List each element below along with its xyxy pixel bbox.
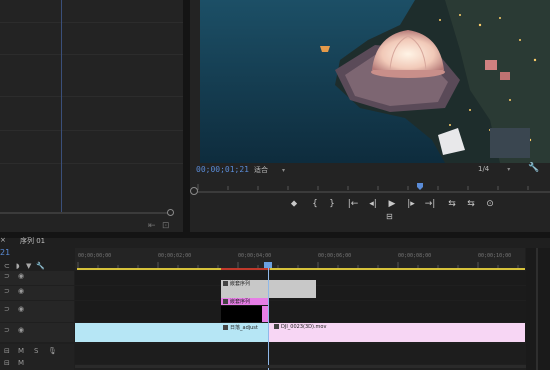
clip-gray[interactable]	[268, 280, 316, 298]
toggle-sync-lock-icon[interactable]: ⊃	[4, 287, 10, 295]
clip-label-wrap: 日落_adjust	[221, 324, 258, 331]
clip-v1-a[interactable]: 日落_adjust	[75, 323, 268, 342]
camera-icon[interactable]: ⊙	[483, 199, 497, 209]
ruler-tick-label: 00;00;08;00	[398, 253, 432, 259]
track-header-v2[interactable]	[0, 286, 74, 300]
source-monitor-panel: ⇤ ⊡	[0, 0, 183, 232]
program-scroll-knob[interactable]	[190, 187, 198, 195]
chevron-down-icon: ▾	[507, 166, 511, 173]
timeline-playhead[interactable]	[268, 263, 269, 370]
gridline	[0, 130, 183, 131]
source-scroll-knob[interactable]	[167, 209, 174, 216]
clip-label: DJI_0023(3D).mov	[281, 324, 327, 330]
track-lane-audio[interactable]	[75, 344, 526, 364]
chevron-down-icon: ▾	[282, 167, 286, 174]
panel-divider[interactable]	[183, 0, 190, 232]
lock-icon[interactable]: ⊟	[4, 347, 10, 355]
linked-selection-icon[interactable]: ◗	[16, 262, 20, 270]
sequence-timecode[interactable]: 21	[0, 248, 10, 257]
quality-select[interactable]: 1/4 ▾	[478, 165, 510, 173]
render-bar	[221, 268, 270, 270]
wrench-icon[interactable]: 🔧	[36, 262, 45, 270]
snap-icon[interactable]: ⊂	[4, 262, 10, 270]
sequence-tab[interactable]: 序列 01	[20, 236, 45, 246]
ruler-tick-label: 00;00;04;00	[238, 253, 272, 259]
eye-icon[interactable]: ◉	[18, 272, 24, 280]
clip-label: 日落_adjust	[230, 325, 258, 331]
ruler-tick-label: 00;00;00;00	[78, 253, 112, 259]
solo-icon[interactable]: S	[34, 347, 38, 355]
gridline	[0, 96, 183, 97]
marker-icon[interactable]: ⬥	[287, 199, 301, 209]
step-back-button[interactable]: ◂|	[366, 199, 380, 209]
track-header-v3[interactable]	[0, 271, 74, 285]
button-editor-icon[interactable]: ⊟	[386, 212, 393, 221]
mark-in-button[interactable]: {	[308, 199, 322, 209]
source-playhead[interactable]	[61, 0, 62, 212]
mute-icon[interactable]: M	[18, 347, 24, 355]
timeline-horizontal-scrollbar[interactable]	[75, 365, 526, 368]
go-to-out-button[interactable]: →|	[423, 199, 437, 209]
fx-badge-icon	[223, 299, 228, 304]
source-insert-button[interactable]: ⇤	[148, 221, 156, 231]
program-scrollbar[interactable]	[193, 191, 550, 193]
scroll-track[interactable]	[536, 248, 538, 370]
go-to-in-button[interactable]: |←	[346, 199, 360, 209]
source-scrollbar[interactable]	[0, 212, 172, 214]
fx-badge-icon	[223, 281, 228, 286]
wrench-icon[interactable]: 🔧	[528, 163, 539, 173]
mic-icon[interactable]: 🎙	[48, 347, 57, 355]
clip-nested-sequence-v2[interactable]: 嵌套序列	[221, 298, 268, 305]
toggle-sync-lock-icon[interactable]: ⊃	[4, 272, 10, 280]
gridline	[0, 54, 183, 55]
program-video-frame	[200, 0, 550, 163]
track-header-a1[interactable]	[0, 323, 74, 342]
quality-value: 1/4	[478, 165, 490, 173]
clip-black-video[interactable]	[221, 306, 262, 322]
mute-icon[interactable]: M	[18, 359, 24, 367]
marker-add-icon[interactable]: ▼	[26, 262, 31, 270]
playhead-handle[interactable]	[264, 262, 272, 268]
program-time-ruler[interactable]	[193, 178, 550, 190]
fx-badge-icon	[223, 325, 228, 330]
track-lane-v1[interactable]	[75, 301, 526, 322]
ruler-tick-label: 00;00;06;00	[318, 253, 352, 259]
eye-icon[interactable]: ◉	[18, 326, 24, 334]
step-forward-button[interactable]: |▸	[404, 199, 418, 209]
toggle-sync-lock-icon[interactable]: ⊃	[4, 305, 10, 313]
program-timecode[interactable]: 00;00;01;21	[196, 165, 249, 174]
mark-out-button[interactable]: }	[325, 199, 339, 209]
clip-nested-sequence[interactable]: 嵌套序列	[221, 280, 268, 298]
lock-icon[interactable]: ⊟	[4, 359, 10, 367]
fit-value: 适合	[254, 166, 268, 174]
gridline	[0, 163, 183, 164]
vertical-scrollbar[interactable]	[526, 248, 550, 370]
fit-select[interactable]: 适合 ▾	[254, 165, 285, 175]
lift-button[interactable]: ⇆	[445, 199, 459, 209]
play-icon[interactable]: ▶	[385, 199, 399, 209]
work-area-bar[interactable]	[77, 268, 525, 270]
clip-v1-b[interactable]: DJI_0023(3D).mov	[268, 323, 525, 342]
eye-icon[interactable]: ◉	[18, 305, 24, 313]
extract-button[interactable]: ⇆	[464, 199, 478, 209]
ruler-tick-label: 00;00;10;00	[478, 253, 512, 259]
ruler-tick-label: 00;00;02;00	[158, 253, 192, 259]
eye-icon[interactable]: ◉	[18, 287, 24, 295]
gridline	[0, 22, 183, 23]
clip-label: 嵌套序列	[230, 281, 251, 287]
clip-label: 嵌套序列	[230, 299, 251, 305]
fx-badge-icon	[274, 324, 279, 329]
toggle-sync-lock-icon[interactable]: ⊃	[4, 326, 10, 334]
track-header-v1[interactable]	[0, 301, 74, 322]
close-icon[interactable]: ×	[0, 236, 6, 244]
source-overlay-button[interactable]: ⊡	[162, 221, 170, 231]
clip-label-wrap: DJI_0023(3D).mov	[272, 324, 326, 330]
